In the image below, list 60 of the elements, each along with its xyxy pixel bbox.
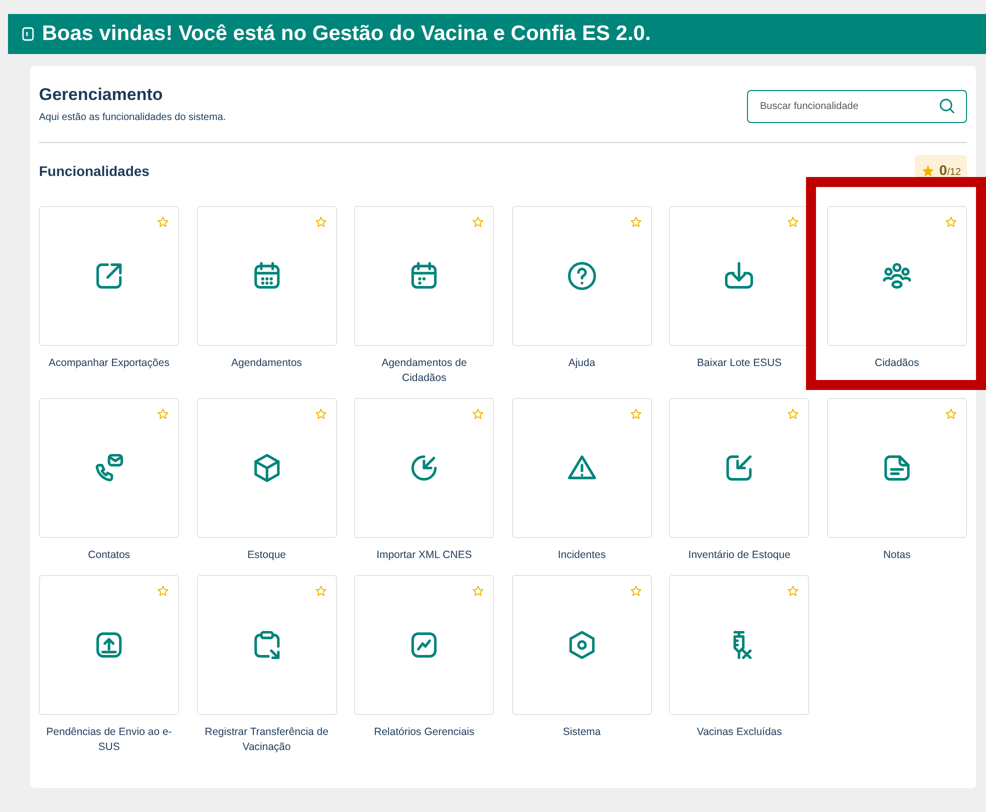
favorite-star-icon[interactable] [314, 216, 327, 228]
feature-tile[interactable] [196, 398, 337, 538]
feature-label: Contatos [87, 548, 132, 563]
favorite-star-icon[interactable] [472, 408, 484, 420]
favorite-star-icon[interactable] [787, 408, 800, 420]
feature-tile[interactable] [354, 575, 494, 715]
favorite-star-icon[interactable] [787, 585, 800, 597]
panel-subtitle: Aqui estão as funcionalidades do sistema. [39, 111, 226, 125]
favorite-star-icon[interactable] [630, 216, 642, 228]
favorite-star-icon[interactable] [472, 585, 484, 597]
search-icon [939, 98, 955, 114]
feature-label: Registrar Transferência de Vacinação [204, 725, 330, 755]
feature-tile[interactable] [39, 398, 180, 538]
feature-tile[interactable] [196, 575, 337, 715]
feature-tile[interactable] [669, 575, 810, 715]
favorite-star-icon[interactable] [630, 408, 642, 420]
feature-label: Sistema [562, 725, 602, 740]
feature-label: Incidentes [556, 548, 607, 563]
feature-label: Agendamentos [230, 356, 303, 371]
feature-tile[interactable] [512, 575, 652, 715]
favorites-total: /12 [947, 167, 961, 178]
feature-tile[interactable] [512, 206, 652, 346]
feature-label: Estoque [246, 548, 287, 563]
favorite-star-icon[interactable] [157, 408, 170, 420]
feature-label: Baixar Lote ESUS [696, 356, 783, 371]
favorite-star-icon[interactable] [472, 216, 484, 228]
favorite-star-icon[interactable] [157, 585, 170, 597]
welcome-title: Boas vindas! Você está no Gestão do Vacina e Confia ES 2.0. [42, 21, 651, 48]
feature-tile[interactable] [826, 398, 967, 538]
favorite-star-icon[interactable] [630, 585, 642, 597]
door-icon [22, 27, 34, 41]
feature-tile[interactable] [826, 206, 967, 346]
section-title: Funcionalidades [39, 162, 150, 180]
feature-tile[interactable] [39, 575, 180, 715]
feature-label: Pendências de Envio ao e-SUS [45, 725, 173, 755]
feature-tile[interactable] [512, 398, 652, 538]
favorite-star-icon[interactable] [944, 408, 957, 420]
favorite-star-icon[interactable] [787, 216, 800, 228]
favorites-count: 0 [939, 162, 948, 178]
feature-tile[interactable] [354, 206, 494, 346]
favorite-star-icon[interactable] [944, 216, 957, 228]
star-icon [921, 164, 936, 178]
feature-tile[interactable] [196, 206, 337, 346]
feature-label: Cidadãos [874, 356, 920, 371]
feature-tile[interactable] [354, 398, 494, 538]
feature-label: Agendamentos de Cidadãos [380, 356, 468, 386]
feature-tile[interactable] [669, 398, 810, 538]
feature-label: Notas [882, 548, 912, 563]
feature-label: Ajuda [567, 356, 596, 371]
feature-label: Relatórios Gerenciais [373, 725, 476, 740]
feature-label: Importar XML CNES [376, 548, 473, 563]
feature-label: Acompanhar Exportações [48, 356, 170, 371]
feature-tile[interactable] [39, 206, 180, 346]
favorite-star-icon[interactable] [314, 408, 327, 420]
favorite-star-icon[interactable] [157, 216, 170, 228]
feature-label: Vacinas Excluídas [696, 725, 783, 740]
favorite-star-icon[interactable] [314, 585, 327, 597]
search-field[interactable]: Buscar funcionalidade [747, 90, 967, 123]
panel-title: Gerenciamento [39, 84, 164, 106]
feature-label: Inventário de Estoque [687, 548, 792, 563]
